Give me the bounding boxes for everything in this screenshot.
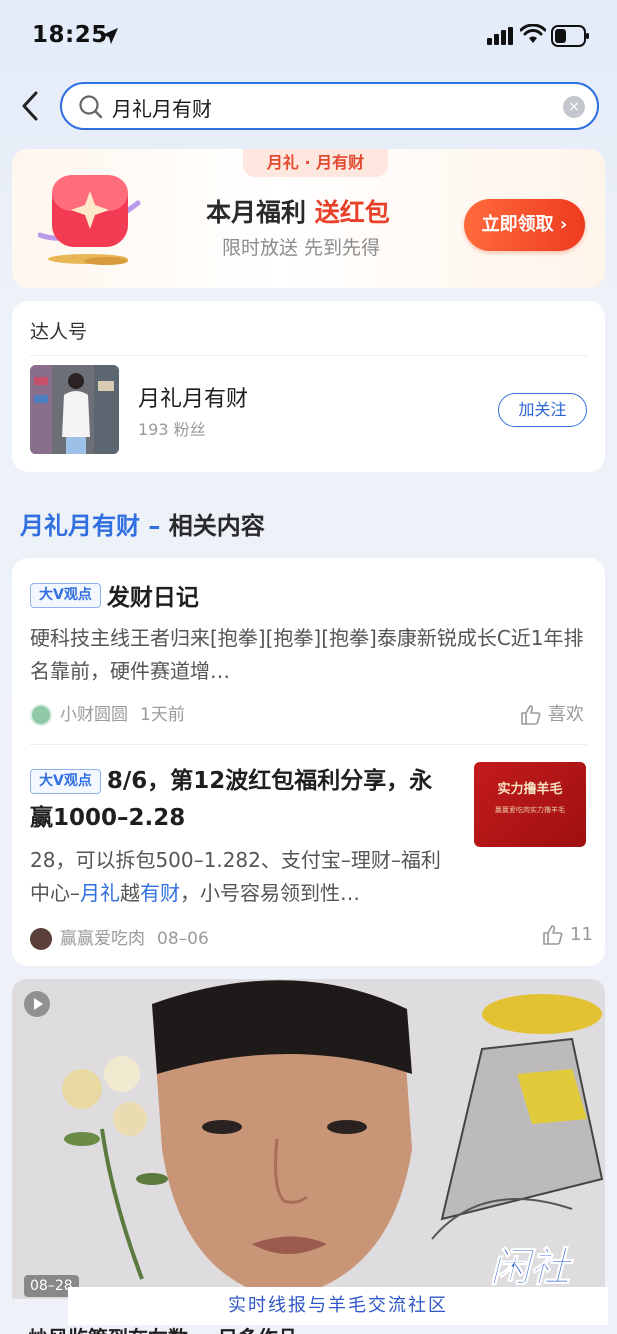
- search-icon: [79, 95, 103, 119]
- related-title-text: 相关内容: [168, 512, 265, 540]
- avatar-photo-icon: [30, 365, 119, 454]
- watermark-slogan: 实时线报与羊毛交流社区: [68, 1287, 608, 1325]
- post-meta: 赢赢爱吃肉 08–06: [30, 924, 209, 950]
- post-thumbnail[interactable]: 实力撸羊毛 赢赢爱吃肉实力撸羊毛: [474, 762, 586, 847]
- clear-search-button[interactable]: ×: [563, 96, 585, 118]
- thumbnail-subtitle: 赢赢爱吃肉实力撸羊毛: [495, 806, 565, 814]
- like-button[interactable]: 11: [542, 924, 593, 946]
- divider: [30, 744, 587, 745]
- excerpt-text: ，小号容易领到性…: [180, 881, 360, 905]
- divider: [30, 355, 587, 356]
- signal-icon: [487, 27, 513, 45]
- battery-icon: [551, 25, 589, 47]
- posts-card: 大V观点 发财日记 硬科技主线王者归来[抱拳][抱拳][抱拳]泰康新锐成长C近1年…: [12, 558, 605, 966]
- avatar[interactable]: [30, 365, 119, 454]
- banner-title-accent: 送红包: [314, 198, 390, 227]
- back-button[interactable]: [16, 89, 46, 123]
- post-time: 08–06: [157, 929, 209, 949]
- search-input[interactable]: [112, 92, 552, 122]
- author-avatar[interactable]: [30, 928, 52, 950]
- banner-title: 本月福利 送红包: [206, 193, 390, 229]
- red-envelope-icon: [38, 175, 141, 265]
- follow-button[interactable]: 加关注: [498, 393, 587, 427]
- post-title-text: 发财日记: [106, 585, 199, 611]
- status-time: 18:25: [32, 22, 108, 48]
- verified-opinion-badge: 大V观点: [30, 769, 101, 794]
- search-bar[interactable]: ×: [60, 82, 599, 130]
- next-post-title[interactable]: 炒风监管到在左数... 日多作品...: [28, 1322, 321, 1334]
- follower-count: 193 粉丝: [138, 420, 206, 439]
- like-button[interactable]: 喜欢: [520, 700, 584, 726]
- play-icon[interactable]: [24, 991, 50, 1017]
- banner-subtitle: 限时放送 先到先得: [222, 237, 381, 259]
- promo-banner[interactable]: 月礼 · 月有财 本月福利 送红包 限时放送 先到先得 立即领取 ›: [12, 149, 605, 288]
- thumbs-up-icon: [521, 705, 541, 725]
- like-count: 11: [570, 924, 593, 945]
- author-name[interactable]: 赢赢爱吃肉: [60, 929, 145, 949]
- status-bar: 18:25: [0, 0, 617, 70]
- related-content-title: 月礼月有财 – 相关内容: [20, 506, 265, 541]
- banner-title-main: 本月福利: [206, 198, 315, 227]
- post-excerpt[interactable]: 硬科技主线王者归来[抱拳][抱拳][抱拳]泰康新锐成长C近1年排名靠前，硬件赛道…: [30, 622, 586, 688]
- banner-tag: 月礼 · 月有财: [243, 149, 388, 177]
- post-time: 1天前: [140, 705, 185, 725]
- svg-text:闲社: 闲社: [490, 1245, 574, 1291]
- related-title-keyword: 月礼月有财 –: [20, 512, 169, 540]
- post-meta: 小财圆圆 1天前: [30, 700, 185, 726]
- keyword-highlight: 月礼: [80, 881, 120, 905]
- author-avatar[interactable]: [30, 704, 52, 726]
- wifi-icon: [520, 24, 546, 43]
- thumbs-up-icon: [543, 925, 563, 945]
- expert-account-card: 达人号 月礼月有财 193 粉丝 加关注: [12, 301, 605, 472]
- post-title[interactable]: 大V观点 8/6，第12波红包福利分享，永赢1000–2.28: [30, 763, 455, 837]
- post-excerpt[interactable]: 28，可以拆包500–1.282、支付宝–理财–福利中心–月礼越有财，小号容易领…: [30, 844, 460, 910]
- post-title[interactable]: 大V观点 发财日记: [30, 578, 590, 612]
- verified-opinion-badge: 大V观点: [30, 582, 101, 608]
- location-arrow-icon: [102, 28, 118, 44]
- like-label: 喜欢: [548, 704, 584, 725]
- thumbnail-title: 实力撸羊毛: [497, 782, 563, 797]
- claim-now-button[interactable]: 立即领取 ›: [464, 199, 585, 251]
- keyword-highlight: 有财: [140, 881, 180, 905]
- excerpt-text: 越: [120, 881, 140, 905]
- expert-name[interactable]: 月礼月有财: [138, 381, 248, 413]
- author-name[interactable]: 小财圆圆: [60, 705, 128, 725]
- section-header: 达人号: [30, 321, 88, 343]
